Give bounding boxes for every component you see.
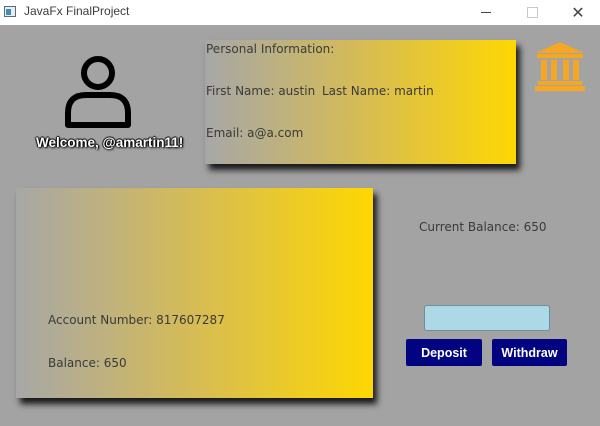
first-name-label: First Name: austin [206,84,316,98]
email-label: Email: a@a.com [206,126,304,140]
account-card: Account Number: 817607287 Balance: 650 [16,188,373,398]
app-window: JavaFx FinalProject ✕ Welcome, @amartin1… [0,0,600,426]
maximize-button[interactable] [509,0,555,25]
current-balance-label: Current Balance: 650 [419,220,547,234]
withdraw-button[interactable]: Withdraw [492,339,567,366]
main-content: Welcome, @amartin11! Personal Informatio… [0,25,600,426]
title-bar[interactable]: JavaFx FinalProject ✕ [0,0,600,25]
maximize-icon [526,7,538,18]
account-balance-label: Balance: 650 [48,356,127,370]
close-button[interactable]: ✕ [555,0,600,25]
close-icon: ✕ [571,2,585,22]
window-title: JavaFx FinalProject [24,4,130,18]
minimize-icon [481,12,491,13]
bank-icon [535,42,585,91]
user-icon [65,56,131,128]
app-icon [4,6,16,17]
welcome-label: Welcome, @amartin11! [36,135,184,150]
amount-input[interactable] [424,305,550,331]
deposit-button[interactable]: Deposit [406,339,482,366]
minimize-button[interactable] [463,0,509,25]
account-number-label: Account Number: 817607287 [48,313,225,327]
last-name-label: Last Name: martin [322,84,434,98]
personal-info-heading: Personal Information: [206,42,335,56]
personal-info-card: Personal Information: First Name: austin… [205,40,516,164]
